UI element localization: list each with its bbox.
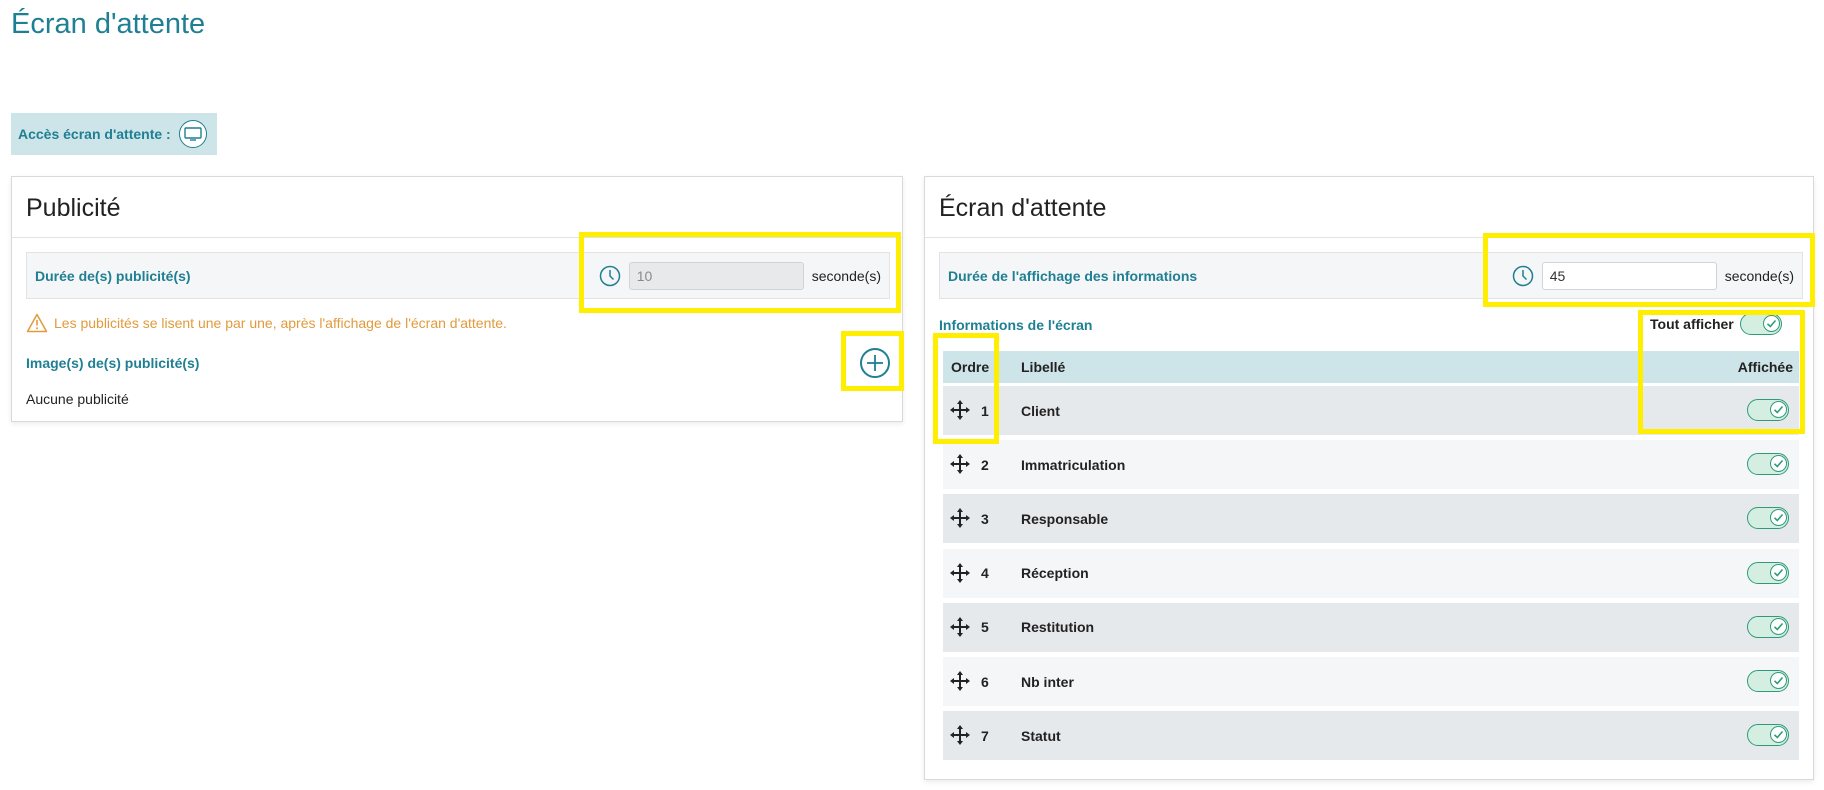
publicite-card: Publicité Durée de(s) publicité(s) secon… <box>11 176 903 422</box>
row-ordre: 5 <box>981 619 989 636</box>
ecran-card: Écran d'attente Durée de l'affichage des… <box>924 176 1814 780</box>
publicite-duration-unit: seconde(s) <box>811 267 881 284</box>
table-row[interactable]: 2 Immatriculation <box>943 440 1799 490</box>
drag-handle-icon[interactable] <box>949 399 971 421</box>
warning-icon <box>26 313 48 333</box>
affichee-toggle[interactable] <box>1747 561 1789 584</box>
divider <box>12 237 902 238</box>
table-row[interactable]: 6 Nb inter <box>943 657 1799 706</box>
clock-icon <box>599 265 620 286</box>
row-ordre: 3 <box>981 510 989 527</box>
table-row[interactable]: 3 Responsable <box>943 494 1799 544</box>
drag-handle-icon[interactable] <box>949 616 971 638</box>
publicite-images-label: Image(s) de(s) publicité(s) <box>26 355 200 371</box>
check-icon <box>1762 315 1780 332</box>
affichee-toggle[interactable] <box>1747 724 1789 747</box>
drag-handle-icon[interactable] <box>949 724 971 746</box>
ecran-duration-label: Durée de l'affichage des informations <box>948 267 1198 284</box>
row-ordre: 2 <box>981 456 989 473</box>
check-icon <box>1770 455 1787 473</box>
column-affichee: Affichée <box>1737 359 1793 375</box>
table-row[interactable]: 5 Restitution <box>943 602 1799 652</box>
column-libelle: Libellé <box>1021 359 1066 375</box>
table-row[interactable]: 4 Réception <box>943 548 1799 598</box>
publicite-warning-text: Les publicités se lisent une par une, ap… <box>54 315 507 331</box>
check-icon <box>1770 672 1787 689</box>
access-label: Accès écran d'attente : <box>18 126 171 142</box>
row-ordre: 7 <box>981 727 989 744</box>
drag-handle-icon[interactable] <box>949 562 971 584</box>
row-ordre: 6 <box>981 673 989 690</box>
drag-handle-icon[interactable] <box>949 507 971 529</box>
table-row[interactable]: 7 Statut <box>943 711 1799 761</box>
check-icon <box>1770 563 1787 581</box>
affichee-toggle[interactable] <box>1747 670 1789 692</box>
row-libelle: Client <box>1021 402 1060 419</box>
row-libelle: Nb inter <box>1021 673 1074 690</box>
affichee-toggle[interactable] <box>1747 615 1789 638</box>
row-libelle: Immatriculation <box>1021 456 1126 473</box>
tout-afficher-toggle[interactable] <box>1739 313 1782 335</box>
row-libelle: Réception <box>1021 565 1089 582</box>
plus-icon <box>867 355 883 371</box>
publicite-duration-input[interactable] <box>628 261 804 290</box>
drag-handle-icon[interactable] <box>949 670 971 692</box>
clock-icon <box>1512 265 1533 286</box>
affichee-toggle[interactable] <box>1747 453 1789 476</box>
row-ordre: 4 <box>981 565 989 582</box>
check-icon <box>1770 617 1787 635</box>
access-waiting-screen-bar: Accès écran d'attente : <box>11 113 217 155</box>
publicite-title: Publicité <box>26 194 121 222</box>
table-header: Ordre Libellé Affichée <box>943 351 1799 383</box>
affichee-toggle[interactable] <box>1747 507 1789 530</box>
ecran-title: Écran d'attente <box>939 194 1107 222</box>
check-icon <box>1770 726 1787 744</box>
publicite-warning: Les publicités se lisent une par une, ap… <box>26 313 507 333</box>
check-icon <box>1770 509 1787 527</box>
publicite-empty-text: Aucune publicité <box>26 391 129 407</box>
row-libelle: Responsable <box>1021 510 1109 527</box>
publicite-duration-row: Durée de(s) publicité(s) seconde(s) <box>26 252 890 299</box>
affichee-toggle[interactable] <box>1747 399 1789 421</box>
ecran-duration-input[interactable] <box>1541 261 1717 290</box>
row-ordre: 1 <box>981 402 989 419</box>
publicite-duration-label: Durée de(s) publicité(s) <box>35 267 191 284</box>
add-publicite-button[interactable] <box>860 348 890 378</box>
drag-handle-icon[interactable] <box>949 453 971 475</box>
check-icon <box>1770 401 1787 418</box>
table-row[interactable]: 1 Client <box>943 386 1799 435</box>
tout-afficher-control: Tout afficher <box>1650 313 1782 335</box>
ecran-duration-row: Durée de l'affichage des informations se… <box>939 252 1803 299</box>
tout-afficher-label: Tout afficher <box>1650 316 1734 332</box>
page-title: Écran d'attente <box>11 8 206 40</box>
ecran-duration-unit: seconde(s) <box>1724 267 1794 284</box>
row-libelle: Restitution <box>1021 619 1095 636</box>
divider <box>925 237 1813 238</box>
column-ordre: Ordre <box>951 359 990 375</box>
monitor-icon[interactable] <box>178 120 207 148</box>
ecran-info-label: Informations de l'écran <box>939 317 1093 333</box>
row-libelle: Statut <box>1021 727 1061 744</box>
